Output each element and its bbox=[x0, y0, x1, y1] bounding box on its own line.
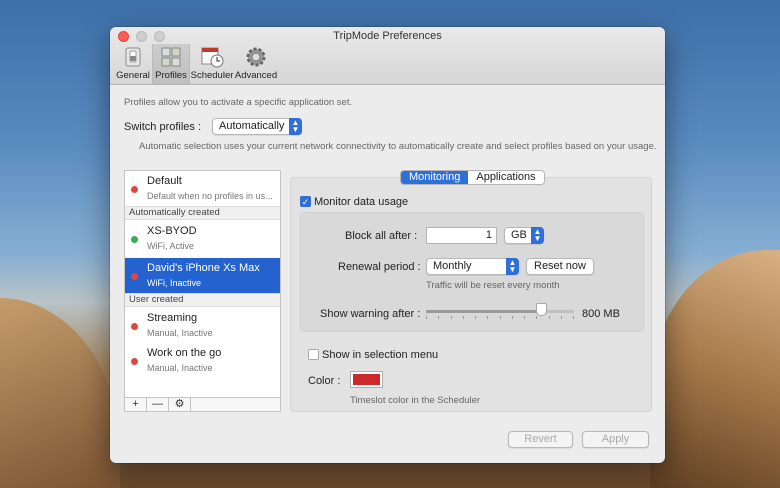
block-unit-value: GB bbox=[511, 229, 527, 241]
monitor-data-checkbox[interactable]: ✓ bbox=[300, 196, 311, 207]
renewal-period-label: Renewal period : bbox=[338, 261, 421, 273]
tab-profiles[interactable]: Profiles bbox=[152, 44, 190, 84]
block-all-label: Block all after : bbox=[345, 230, 418, 242]
list-item-xs-byod[interactable]: XS-BYOD WiFi, Active bbox=[125, 221, 280, 256]
tab-advanced-label: Advanced bbox=[234, 70, 278, 81]
list-item-streaming[interactable]: Streaming Manual, Inactive bbox=[125, 308, 280, 343]
chevron-updown-icon: ▲ ▼ bbox=[506, 258, 519, 275]
list-item-davids-iphone[interactable]: David's iPhone Xs Max WiFi, Inactive bbox=[125, 258, 280, 293]
warning-slider-ticks bbox=[426, 316, 574, 319]
profile-name: Default bbox=[147, 175, 182, 187]
color-hint: Timeslot color in the Scheduler bbox=[350, 395, 481, 406]
block-amount-input[interactable]: 1 bbox=[426, 227, 497, 244]
section-header-auto: Automatically created bbox=[125, 206, 280, 220]
warning-slider-thumb[interactable] bbox=[536, 303, 548, 316]
profile-subtitle: Manual, Inactive bbox=[147, 328, 213, 338]
list-toolbar: + — ⚙ bbox=[124, 397, 281, 412]
switch-profiles-value: Automatically bbox=[219, 120, 285, 132]
apply-button[interactable]: Apply bbox=[582, 431, 649, 448]
profile-subtitle: WiFi, Active bbox=[147, 241, 195, 251]
detail-tabs: Monitoring Applications bbox=[400, 170, 545, 185]
tab-scheduler[interactable]: Scheduler bbox=[190, 44, 234, 84]
warning-value: 800 MB bbox=[582, 308, 620, 320]
add-profile-button[interactable]: + bbox=[125, 398, 147, 411]
revert-button[interactable]: Revert bbox=[508, 431, 573, 448]
switch-profiles-popup[interactable]: Automatically ▲ ▼ bbox=[212, 118, 302, 135]
tab-advanced[interactable]: Advanced bbox=[234, 44, 278, 84]
gear-icon: ⚙ bbox=[174, 398, 185, 410]
preferences-window: TripMode Preferences General Profiles Sc… bbox=[110, 27, 665, 463]
profile-name: XS-BYOD bbox=[147, 225, 197, 237]
show-in-menu-checkbox[interactable] bbox=[308, 349, 319, 360]
list-item-work-on-the-go[interactable]: Work on the go Manual, Inactive bbox=[125, 343, 280, 378]
status-dot bbox=[131, 273, 138, 280]
status-dot bbox=[131, 236, 138, 243]
reset-now-button[interactable]: Reset now bbox=[526, 258, 594, 275]
show-warning-label: Show warning after : bbox=[320, 308, 421, 320]
status-dot bbox=[131, 358, 138, 365]
section-header-user: User created bbox=[125, 293, 280, 307]
tab-applications[interactable]: Applications bbox=[468, 171, 543, 184]
tab-general-label: General bbox=[116, 70, 150, 81]
profile-subtitle: WiFi, Inactive bbox=[147, 278, 202, 288]
gear-icon bbox=[244, 46, 268, 68]
window-toolbar: TripMode Preferences General Profiles Sc… bbox=[110, 27, 665, 85]
tab-monitoring[interactable]: Monitoring bbox=[401, 171, 469, 184]
chevron-updown-icon: ▲ ▼ bbox=[531, 227, 544, 244]
desktop-dune-right bbox=[650, 250, 780, 488]
calendar-clock-icon bbox=[200, 46, 224, 68]
preferences-tabs: General Profiles Scheduler Advanced bbox=[114, 44, 278, 84]
color-well[interactable] bbox=[350, 371, 383, 388]
profile-name: Work on the go bbox=[147, 347, 222, 359]
profile-name: David's iPhone Xs Max bbox=[147, 262, 260, 274]
profile-subtitle: Manual, Inactive bbox=[147, 363, 213, 373]
tab-general[interactable]: General bbox=[114, 44, 152, 84]
monitor-data-label: Monitor data usage bbox=[314, 196, 409, 208]
switch-profiles-hint: Automatic selection uses your current ne… bbox=[139, 141, 657, 152]
warning-slider[interactable] bbox=[426, 310, 574, 313]
list-item-default[interactable]: Default Default when no profiles in us..… bbox=[125, 171, 280, 206]
tab-scheduler-label: Scheduler bbox=[190, 70, 234, 81]
color-swatch bbox=[353, 374, 380, 385]
desktop-dune-left bbox=[0, 298, 120, 488]
profiles-intro: Profiles allow you to activate a specifi… bbox=[124, 97, 353, 108]
tab-profiles-label: Profiles bbox=[155, 70, 187, 81]
status-dot bbox=[131, 323, 138, 330]
color-label: Color : bbox=[308, 375, 341, 387]
renewal-hint: Traffic will be reset every month bbox=[426, 280, 560, 291]
window-title: TripMode Preferences bbox=[333, 30, 442, 42]
switch-profiles-label: Switch profiles : bbox=[124, 121, 202, 133]
status-dot bbox=[131, 186, 138, 193]
renewal-period-popup[interactable]: Monthly ▲ ▼ bbox=[426, 258, 519, 275]
profiles-icon bbox=[159, 46, 183, 68]
chevron-updown-icon: ▲ ▼ bbox=[289, 118, 302, 135]
profile-subtitle: Default when no profiles in us... bbox=[147, 191, 273, 201]
switch-icon bbox=[121, 46, 145, 68]
block-unit-popup[interactable]: GB ▲ ▼ bbox=[504, 227, 544, 244]
warning-slider-fill bbox=[426, 310, 542, 313]
profiles-list: Default Default when no profiles in us..… bbox=[124, 170, 281, 412]
remove-profile-button[interactable]: — bbox=[147, 398, 169, 411]
renewal-period-value: Monthly bbox=[433, 260, 472, 272]
profile-actions-button[interactable]: ⚙ bbox=[169, 398, 191, 411]
show-in-menu-label: Show in selection menu bbox=[322, 349, 439, 361]
profile-name: Streaming bbox=[147, 312, 198, 324]
